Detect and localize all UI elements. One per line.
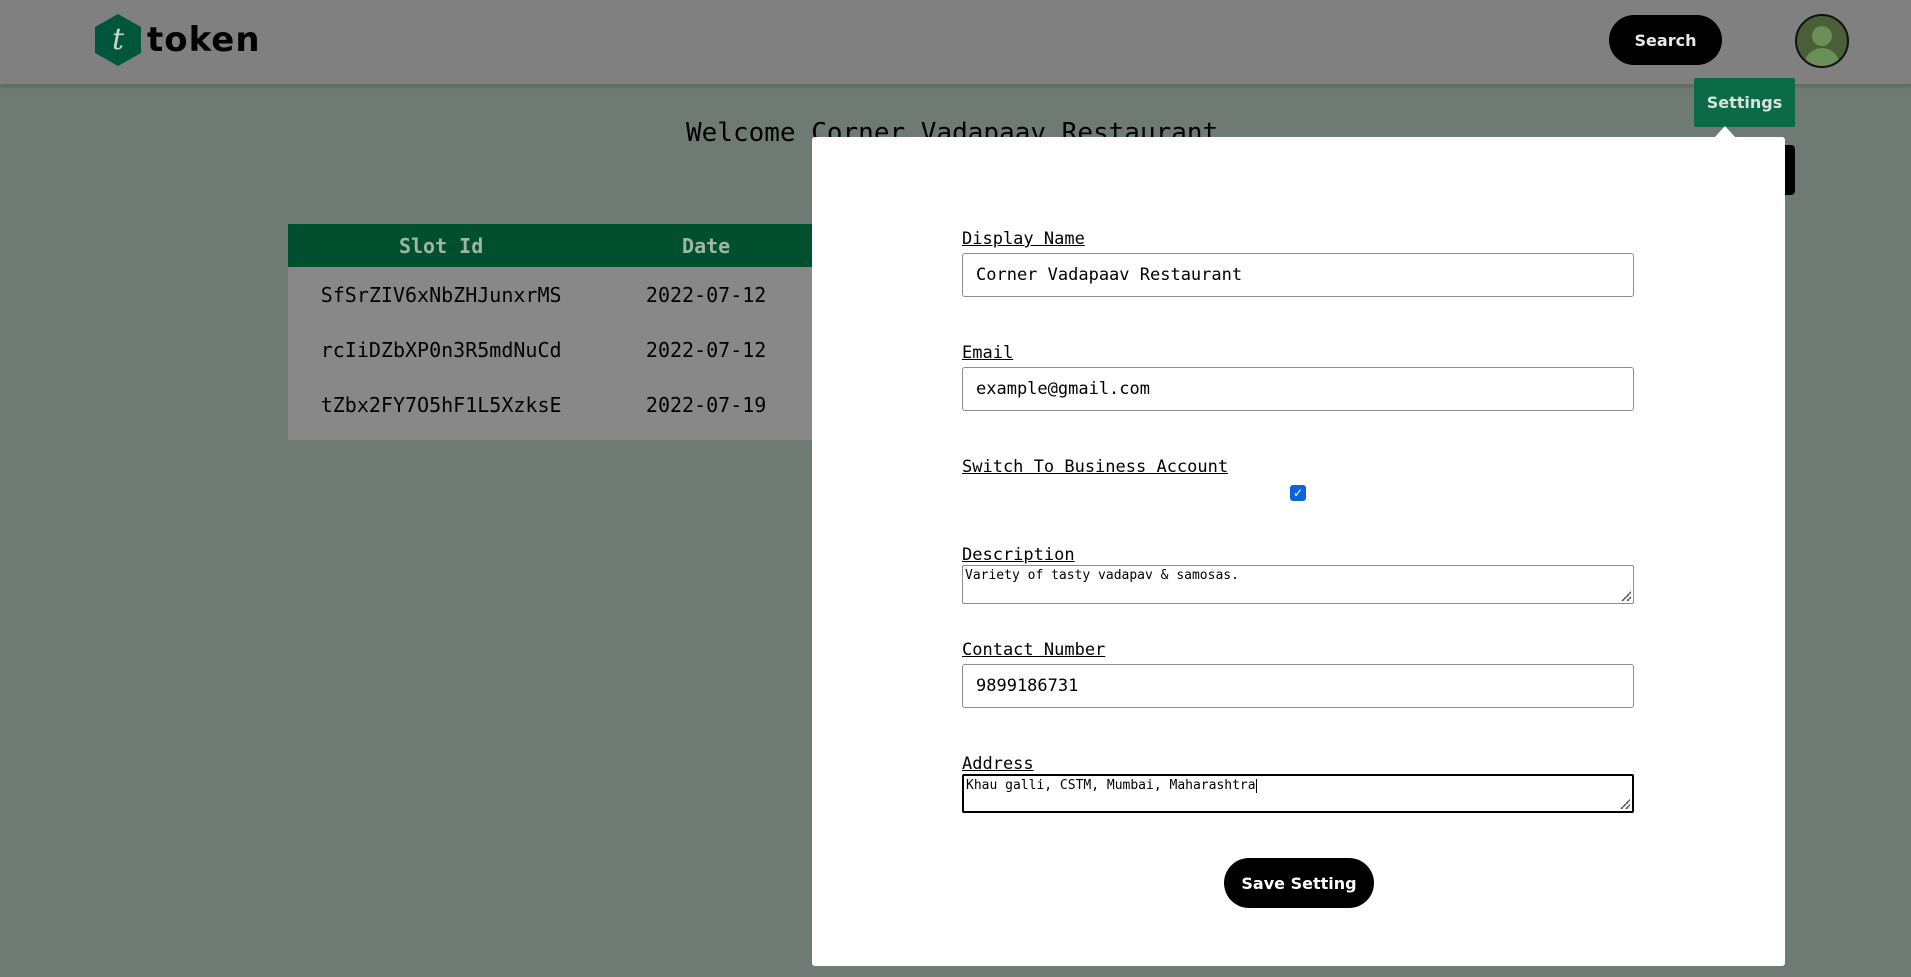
date-cell: 2022-07-12 — [645, 337, 767, 362]
logo[interactable]: t token — [95, 14, 261, 66]
display-name-input[interactable]: Corner Vadapaav Restaurant — [962, 253, 1634, 297]
avatar[interactable] — [1795, 14, 1849, 68]
settings-modal: Display Name Corner Vadapaav Restaurant … — [812, 137, 1785, 966]
email-input[interactable]: example@gmail.com — [962, 367, 1634, 411]
resize-grip-icon[interactable] — [1620, 799, 1630, 809]
logo-letter: t — [111, 22, 125, 57]
email-label: Email — [962, 343, 1014, 363]
table-row[interactable]: rcIiDZbXP0n3R5mdNuCd 2022-07-12 — [288, 322, 818, 377]
display-name-label: Display Name — [962, 229, 1085, 249]
description-textarea[interactable]: Variety of tasty vadapav & samosas. — [962, 565, 1634, 604]
save-setting-button[interactable]: Save Setting — [1224, 858, 1374, 908]
description-label: Description — [962, 545, 1075, 565]
address-text: Khau galli, CSTM, Mumbai, Maharashtra — [966, 778, 1256, 793]
business-account-toggle-wrap: ✓ — [962, 485, 1634, 501]
avatar-head-icon — [1812, 26, 1832, 46]
address-label: Address — [962, 754, 1034, 774]
settings-form: Display Name Corner Vadapaav Restaurant … — [962, 229, 1634, 813]
table-row[interactable]: SfSrZIV6xNbZHJunxrMS 2022-07-12 — [288, 267, 818, 322]
column-header-date: Date — [682, 233, 731, 258]
table-body: SfSrZIV6xNbZHJunxrMS 2022-07-12 rcIiDZbX… — [288, 267, 818, 440]
logo-text: token — [147, 20, 261, 60]
description-text: Variety of tasty vadapav & samosas. — [965, 568, 1239, 583]
slots-table: Slot Id Date SfSrZIV6xNbZHJunxrMS 2022-0… — [288, 224, 818, 440]
slot-id-cell: tZbx2FY7O5hF1L5XzksE — [320, 392, 562, 417]
address-textarea[interactable]: Khau galli, CSTM, Mumbai, Maharashtra — [962, 774, 1634, 813]
text-cursor — [1255, 778, 1257, 793]
date-cell: 2022-07-12 — [645, 282, 767, 307]
search-button[interactable]: Search — [1609, 15, 1722, 65]
contact-number-label: Contact Number — [962, 640, 1106, 660]
logo-hex-icon: t — [95, 14, 141, 66]
resize-grip-icon[interactable] — [1621, 591, 1631, 601]
column-header-slot-id: Slot Id — [398, 233, 484, 258]
date-cell: 2022-07-19 — [645, 392, 767, 417]
business-account-checkbox[interactable]: ✓ — [1290, 485, 1306, 501]
table-header: Slot Id Date — [288, 224, 818, 267]
slot-id-cell: SfSrZIV6xNbZHJunxrMS — [320, 282, 562, 307]
top-nav: t token Search — [0, 0, 1911, 85]
table-row[interactable]: tZbx2FY7O5hF1L5XzksE 2022-07-19 — [288, 377, 818, 432]
slot-id-cell: rcIiDZbXP0n3R5mdNuCd — [320, 337, 562, 362]
settings-button[interactable]: Settings — [1694, 78, 1795, 127]
contact-number-input[interactable]: 9899186731 — [962, 664, 1634, 708]
avatar-body-icon — [1804, 48, 1840, 66]
business-account-label: Switch To Business Account — [962, 457, 1229, 477]
